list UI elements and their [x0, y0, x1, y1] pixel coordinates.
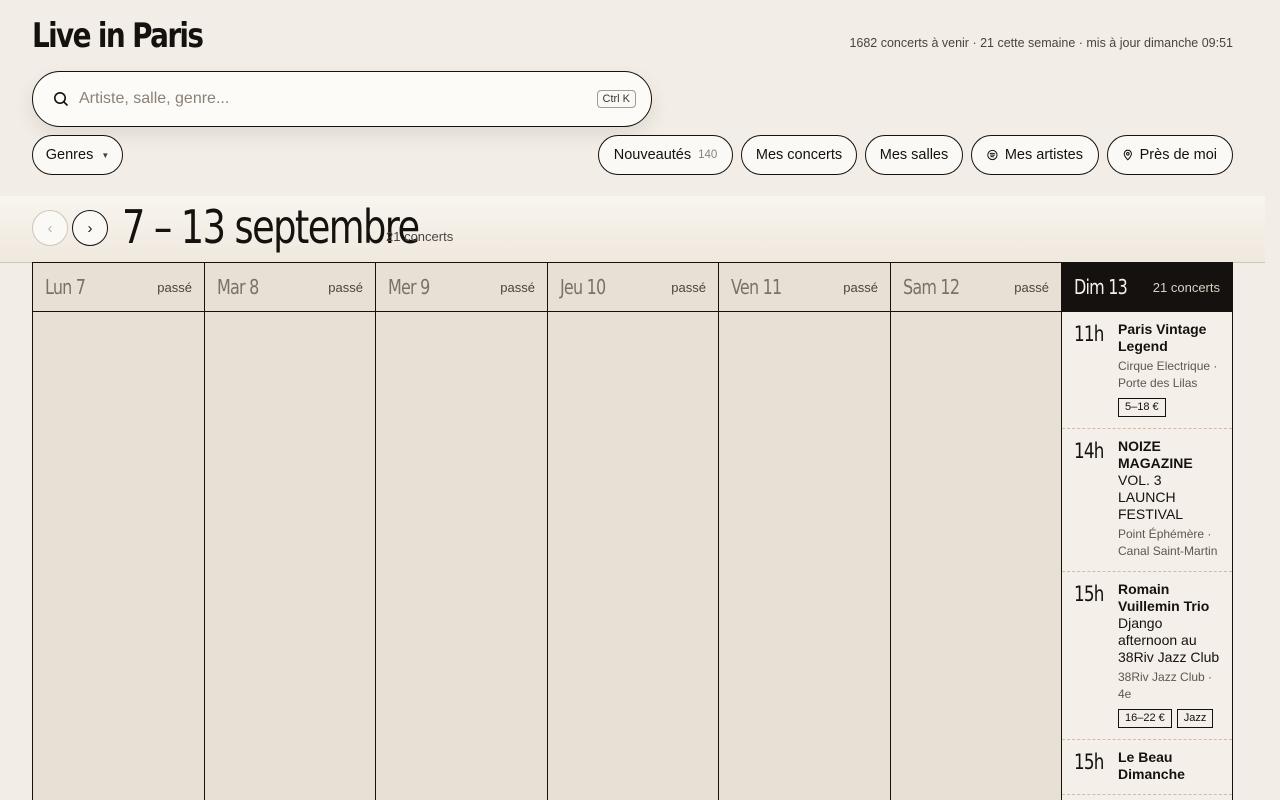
new-concerts-button[interactable]: Nouveautés 140: [598, 135, 733, 175]
event-title: Romain Vuillemin Trio: [1118, 581, 1210, 614]
day-name: Dim 13: [1074, 275, 1128, 299]
search-bar[interactable]: Ctrl K: [32, 71, 652, 127]
event-time: 11h: [1074, 322, 1104, 346]
event-venue: Cirque Electrique · Porte des Lilas: [1118, 359, 1218, 390]
day-column: Jeu 10 passé: [547, 262, 718, 800]
my-venues-button[interactable]: Mes salles: [865, 135, 963, 175]
genre-tag: Jazz: [1176, 709, 1214, 728]
event-card[interactable]: 15h Romain Vuillemin Trio Django afterno…: [1062, 572, 1232, 740]
my-artists-label: Mes artistes: [1004, 147, 1083, 163]
event-title: Le Beau Dimanche: [1118, 749, 1185, 782]
near-me-button[interactable]: Près de moi: [1107, 135, 1233, 175]
event-venue: Point Éphémère · Canal Saint-Martin: [1118, 527, 1218, 558]
event-title: Paris Vintage Legend: [1118, 321, 1207, 354]
day-name: Ven 11: [731, 275, 782, 299]
day-header: Jeu 10 passé: [548, 263, 718, 312]
day-name: Jeu 10: [560, 275, 606, 299]
day-name: Mar 8: [217, 275, 259, 299]
day-status: passé: [157, 279, 192, 295]
day-header: Dim 13 21 concerts: [1062, 263, 1232, 312]
event-time: 14h: [1074, 439, 1104, 463]
my-concerts-label: Mes concerts: [755, 147, 843, 163]
my-concerts-button[interactable]: Mes concerts: [741, 135, 857, 175]
day-column: Lun 7 passé: [32, 262, 204, 800]
week-calendar: Lun 7 passé Mar 8 passé Mer 9 passé Jeu …: [32, 262, 1233, 800]
spotify-icon: [987, 149, 998, 161]
day-name: Mer 9: [388, 275, 430, 299]
new-count-badge: 140: [698, 149, 718, 161]
week-concert-count: 21 concerts: [386, 229, 454, 244]
event-subtitle: VOL. 3 LAUNCH FESTIVAL: [1118, 472, 1184, 522]
search-input[interactable]: [79, 84, 579, 114]
event-time: 15h: [1074, 582, 1104, 606]
genres-dropdown[interactable]: Genres ▼: [32, 135, 123, 175]
day-name: Sam 12: [903, 275, 960, 299]
day-status: passé: [1014, 279, 1049, 295]
keyboard-shortcut-hint: Ctrl K: [596, 90, 636, 108]
location-pin-icon: [1123, 149, 1132, 161]
day-concert-count: 21 concerts: [1152, 279, 1220, 295]
day-status: passé: [671, 279, 706, 295]
event-card[interactable]: 15h Le Beau Dimanche: [1062, 740, 1232, 795]
event-time: 15h: [1074, 750, 1104, 774]
day-column: Mer 9 passé: [375, 262, 547, 800]
genres-label: Genres: [45, 147, 94, 163]
day-column: Sam 12 passé: [890, 262, 1061, 800]
day-header: Lun 7 passé: [33, 263, 204, 312]
search-icon: [54, 92, 69, 107]
day-status: passé: [843, 279, 878, 295]
caret-down-icon: ▼: [101, 150, 110, 160]
day-status: passé: [328, 279, 363, 295]
day-name: Lun 7: [45, 275, 86, 299]
day-column: Mar 8 passé: [204, 262, 375, 800]
event-title: NOIZE MAGAZINE: [1118, 438, 1193, 471]
near-me-label: Près de moi: [1139, 147, 1217, 163]
my-artists-button[interactable]: Mes artistes: [971, 135, 1099, 175]
day-header: Mar 8 passé: [205, 263, 375, 312]
week-title: 7 – 13 septembre: [122, 200, 420, 254]
day-column: Ven 11 passé: [718, 262, 890, 800]
my-venues-label: Mes salles: [879, 147, 949, 163]
event-card[interactable]: 14h NOIZE MAGAZINE VOL. 3 LAUNCH FESTIVA…: [1062, 429, 1232, 572]
price-tag: 5–18 €: [1118, 398, 1166, 417]
stats-summary: 1682 concerts à venir · 21 cette semaine…: [849, 36, 1233, 50]
page-title: Live in Paris: [32, 16, 204, 56]
day-header: Mer 9 passé: [376, 263, 547, 312]
day-status: passé: [500, 279, 535, 295]
day-header: Ven 11 passé: [719, 263, 890, 312]
new-label: Nouveautés: [613, 147, 692, 163]
previous-week-button[interactable]: ‹: [32, 210, 68, 246]
event-venue: 38Riv Jazz Club · 4e: [1118, 670, 1213, 701]
next-week-button[interactable]: ›: [72, 210, 108, 246]
event-subtitle: Django afternoon au 38Riv Jazz Club: [1118, 615, 1220, 665]
event-card[interactable]: 11h Paris Vintage Legend Cirque Electriq…: [1062, 312, 1232, 429]
day-header: Sam 12 passé: [891, 263, 1061, 312]
price-tag: 16–22 €: [1118, 709, 1172, 728]
day-column-today: Dim 13 21 concerts 11h Paris Vintage Leg…: [1061, 262, 1233, 800]
